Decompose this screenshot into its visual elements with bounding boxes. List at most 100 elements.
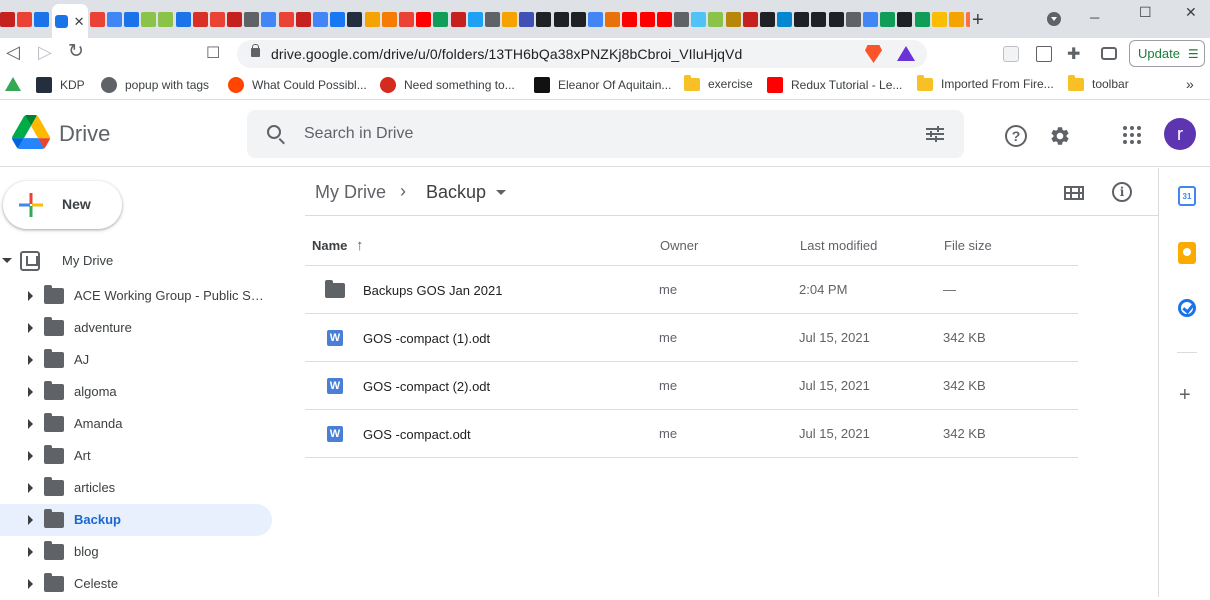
nav-my-drive[interactable]: My Drive — [0, 245, 272, 277]
nav-folder-item[interactable]: adventure — [0, 312, 272, 344]
keep-icon[interactable] — [1178, 242, 1196, 264]
bookmark-item[interactable]: toolbar — [1068, 74, 1129, 91]
tab-favicon-icon[interactable] — [656, 11, 672, 27]
forward-icon[interactable]: ▷ — [38, 42, 52, 63]
tab-favicon-icon[interactable] — [931, 11, 947, 27]
brave-shields-icon[interactable] — [865, 45, 882, 63]
file-row[interactable]: Backups GOS Jan 2021 me 2:04 PM — — [305, 266, 1078, 314]
bookmark-item[interactable]: Imported From Fire... — [917, 74, 1054, 91]
tab-favicon-icon[interactable] — [845, 11, 861, 27]
tab-favicon-icon[interactable] — [467, 11, 483, 27]
minimize-icon[interactable]: ─ — [1090, 10, 1099, 25]
address-bar[interactable]: drive.google.com/drive/u/0/folders/13TH6… — [237, 40, 927, 68]
nav-folder-item[interactable]: blog — [0, 536, 272, 568]
tab-favicon-icon[interactable] — [347, 11, 363, 27]
expand-caret-icon[interactable] — [28, 419, 33, 429]
tab-favicon-icon[interactable] — [536, 11, 552, 27]
close-window-icon[interactable]: ✕ — [1185, 4, 1197, 21]
close-tab-icon[interactable]: ✕ — [74, 15, 85, 28]
bookmark-item[interactable]: exercise — [684, 74, 753, 91]
tab-favicon-icon[interactable] — [313, 11, 328, 27]
search-bar[interactable] — [247, 110, 964, 158]
url-text[interactable]: drive.google.com/drive/u/0/folders/13TH6… — [271, 46, 742, 62]
tab-favicon-icon[interactable] — [588, 11, 603, 27]
tab-favicon-icon[interactable] — [330, 11, 346, 27]
tasks-icon[interactable] — [1178, 299, 1196, 317]
tab-favicon-icon[interactable] — [295, 11, 311, 27]
info-icon[interactable]: i — [1112, 182, 1132, 202]
nav-folder-item[interactable]: Backup — [0, 504, 272, 536]
tab-favicon-icon[interactable] — [914, 11, 930, 27]
bookmark-icon[interactable]: ☐ — [206, 43, 220, 63]
tab-favicon-icon[interactable] — [89, 11, 105, 27]
tab-favicon-icon[interactable] — [261, 11, 277, 27]
add-addon-icon[interactable]: + — [1179, 384, 1191, 407]
bookmark-item[interactable]: Redux Tutorial - Le... — [767, 77, 902, 93]
tab-favicon-icon[interactable] — [398, 11, 414, 27]
tab-favicon-icon[interactable] — [123, 11, 139, 27]
maximize-icon[interactable]: ☐ — [1139, 4, 1152, 21]
tab-favicon-icon[interactable] — [639, 11, 655, 27]
tab-favicon-icon[interactable] — [880, 11, 896, 27]
reload-icon[interactable]: ↻ — [68, 40, 84, 63]
nav-folder-item[interactable]: AJ — [0, 344, 272, 376]
tab-favicon-icon[interactable] — [175, 11, 191, 27]
tab-favicon-icon[interactable] — [708, 11, 724, 27]
more-bookmarks-icon[interactable]: » — [1186, 76, 1194, 92]
nav-folder-item[interactable]: Amanda — [0, 408, 272, 440]
tab-favicon-icon[interactable] — [777, 11, 793, 27]
tab-favicon-icon[interactable] — [502, 11, 518, 27]
wallet-icon[interactable] — [1101, 47, 1117, 60]
update-button[interactable]: Update ☰ — [1129, 40, 1205, 67]
tab-favicon-icon[interactable] — [673, 11, 689, 27]
nav-folder-item[interactable]: Art — [0, 440, 272, 472]
folder-menu-caret-icon[interactable] — [496, 190, 506, 195]
tab-favicon-icon[interactable] — [811, 11, 827, 27]
tab-favicon-icon[interactable] — [141, 11, 157, 27]
tab-favicon-icon[interactable] — [897, 11, 913, 27]
tab-favicon-icon[interactable] — [192, 11, 208, 27]
column-header-size[interactable]: File size — [944, 238, 992, 253]
tab-favicon-icon[interactable] — [966, 11, 970, 27]
expand-caret-icon[interactable] — [28, 451, 33, 461]
account-avatar[interactable]: r — [1164, 118, 1196, 150]
tab-favicon-icon[interactable] — [106, 11, 122, 27]
calendar-icon[interactable]: 31 — [1178, 186, 1196, 206]
nav-folder-item[interactable]: algoma — [0, 376, 272, 408]
column-header-owner[interactable]: Owner — [660, 238, 698, 253]
tab-favicon-icon[interactable] — [209, 11, 225, 27]
tab-favicon-icon[interactable] — [0, 11, 15, 27]
sort-up-arrow-icon[interactable]: ↑ — [356, 237, 364, 254]
tab-favicon-icon[interactable] — [742, 11, 758, 27]
tab-favicon-icon[interactable] — [605, 11, 621, 27]
tab-favicon-icon[interactable] — [863, 11, 878, 27]
search-input[interactable] — [304, 122, 884, 146]
tab-favicon-icon[interactable] — [433, 11, 449, 27]
tab-favicon-icon[interactable] — [158, 11, 174, 27]
extension-icon[interactable] — [1003, 46, 1019, 62]
nav-folder-item[interactable]: ACE Working Group - Public Ser... — [0, 280, 272, 312]
expand-caret-icon[interactable] — [28, 579, 33, 589]
new-tab-button[interactable]: + — [972, 9, 984, 32]
tab-favicon-icon[interactable] — [227, 11, 243, 27]
tab-favicon-icon[interactable] — [416, 11, 432, 27]
bookmark-item[interactable]: Need something to... — [380, 77, 515, 93]
tab-favicon-icon[interactable] — [622, 11, 638, 27]
expand-caret-icon[interactable] — [28, 291, 33, 301]
expand-caret-icon[interactable] — [28, 355, 33, 365]
tab-favicon-icon[interactable] — [794, 11, 810, 27]
lock-icon[interactable] — [251, 44, 260, 57]
drive-bookmark[interactable] — [5, 77, 21, 91]
search-options-icon[interactable] — [926, 126, 944, 142]
tab-favicon-icon[interactable] — [17, 11, 33, 27]
brave-rewards-icon[interactable] — [897, 46, 915, 61]
bookmark-item[interactable]: KDP — [36, 77, 85, 93]
tab-favicon-icon[interactable] — [244, 11, 260, 27]
tab-favicon-icon[interactable] — [828, 11, 844, 27]
expand-caret-icon[interactable] — [28, 387, 33, 397]
tab-favicon-icon[interactable] — [759, 11, 775, 27]
bookmark-item[interactable]: popup with tags — [101, 77, 209, 93]
tab-favicon-icon[interactable] — [450, 11, 466, 27]
file-row[interactable]: W GOS -compact (1).odt me Jul 15, 2021 342 K… — [305, 314, 1078, 362]
expand-caret-icon[interactable] — [28, 323, 33, 333]
